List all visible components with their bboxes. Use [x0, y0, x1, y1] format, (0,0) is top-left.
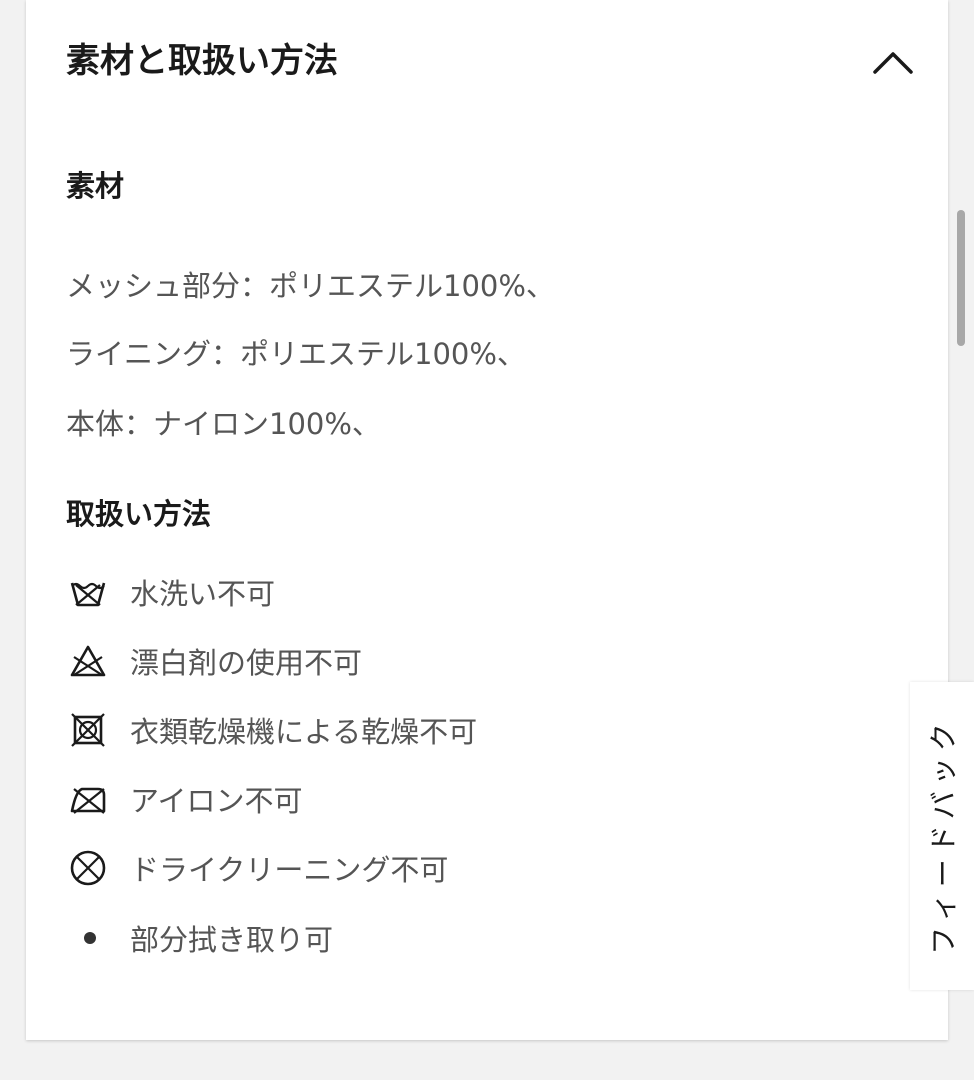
care-item: 衣類乾燥機による乾燥不可	[66, 708, 477, 752]
care-label: アイロン不可	[130, 784, 303, 818]
panel-header[interactable]: 素材と取扱い方法	[66, 36, 918, 86]
scrollbar-thumb[interactable]	[957, 210, 965, 346]
care-item: ドライクリーニング不可	[66, 846, 448, 890]
no-tumble-dry-icon	[66, 708, 110, 752]
feedback-label: フィードバック	[927, 717, 960, 955]
no-wash-icon	[66, 570, 110, 614]
no-bleach-icon	[66, 639, 110, 683]
care-heading: 取扱い方法	[66, 497, 212, 531]
no-dry-clean-icon	[66, 846, 110, 890]
care-item: 漂白剤の使用不可	[66, 639, 362, 683]
bullet-icon	[66, 916, 110, 960]
no-iron-icon	[66, 777, 110, 821]
chevron-up-icon	[873, 52, 913, 74]
material-line: メッシュ部分：ポリエステル100%、	[66, 269, 555, 303]
materials-care-panel: 素材と取扱い方法 素材 メッシュ部分：ポリエステル100%、 ライニング：ポリエ…	[26, 0, 948, 1040]
care-item: 部分拭き取り可	[66, 916, 333, 960]
care-item: アイロン不可	[66, 777, 303, 821]
materials-heading: 素材	[66, 169, 125, 203]
care-label: 水洗い不可	[130, 577, 276, 611]
material-line: 本体：ナイロン100%、	[66, 407, 381, 441]
care-label: 部分拭き取り可	[130, 923, 334, 957]
care-label: ドライクリーニング不可	[130, 853, 449, 887]
feedback-button[interactable]: フィードバック	[910, 682, 974, 990]
care-label: 漂白剤の使用不可	[130, 646, 363, 680]
section-title: 素材と取扱い方法	[66, 41, 338, 81]
care-label: 衣類乾燥機による乾燥不可	[130, 715, 478, 749]
collapse-toggle-button[interactable]	[868, 36, 918, 86]
material-line: ライニング：ポリエステル100%、	[66, 337, 526, 371]
care-item: 水洗い不可	[66, 570, 275, 614]
